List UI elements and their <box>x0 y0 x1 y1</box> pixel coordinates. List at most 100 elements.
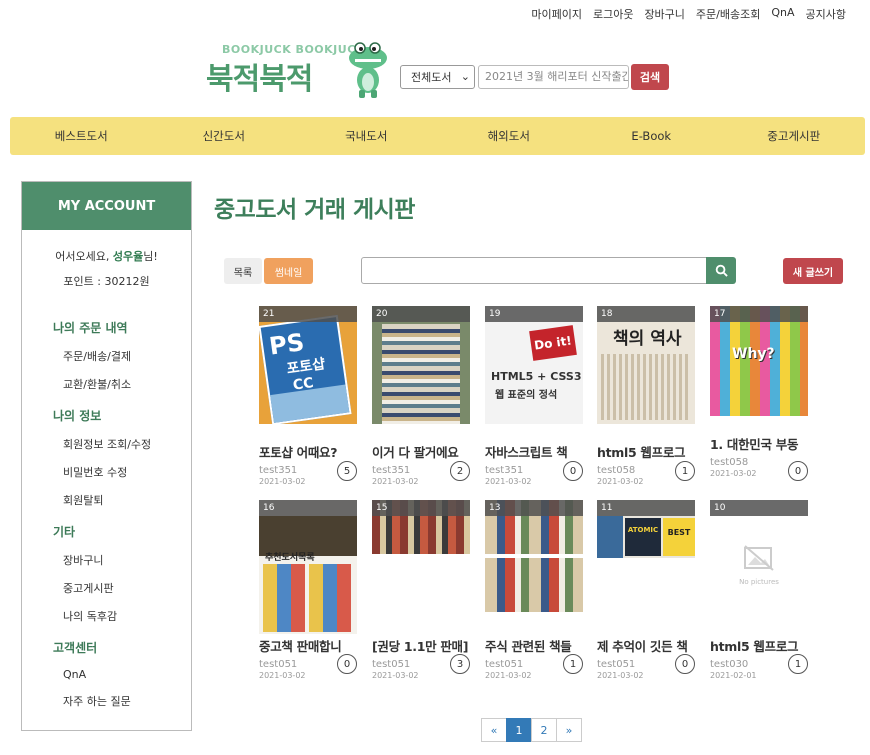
post-title[interactable]: 중고책 판매합니 <box>259 636 363 655</box>
post-title[interactable]: html5 웹프로그 <box>710 636 814 655</box>
post-card[interactable]: 21 PS 포토샵 CC 포토샵 어때요? test351 2021-03-02… <box>259 306 357 486</box>
nav-domestic[interactable]: 국내도서 <box>295 128 438 144</box>
crocodile-mascot-icon <box>349 42 387 98</box>
sidebar-item-change-password[interactable]: 비밀번호 수정 <box>22 464 191 480</box>
pagination-prev[interactable]: « <box>481 718 507 742</box>
nav-foreign[interactable]: 해외도서 <box>438 128 581 144</box>
post-title[interactable]: 포토샵 어때요? <box>259 442 363 461</box>
mypage-link[interactable]: 마이페이지 <box>531 6 582 22</box>
order-tracking-link[interactable]: 주문/배송조회 <box>696 6 760 22</box>
account-sidebar: MY ACCOUNT 어서오세요, 성우율님! 포인트 : 30212원 나의 … <box>21 181 192 731</box>
post-thumbnail[interactable]: 21 PS 포토샵 CC <box>259 306 357 424</box>
nav-ebook[interactable]: E-Book <box>580 129 723 143</box>
board-search-input[interactable] <box>361 257 707 284</box>
points-text: 포인트 : 30212원 <box>63 275 150 288</box>
logo-title: 북적북적 <box>206 62 313 97</box>
post-title[interactable]: [권당 1.1만 판매] <box>372 636 476 655</box>
list-view-tab[interactable]: 목록 <box>224 258 262 284</box>
post-thumbnail[interactable]: 10 No pictures <box>710 500 808 618</box>
chevron-down-icon: ⌄ <box>460 70 470 83</box>
post-number: 10 <box>710 500 808 516</box>
new-post-button[interactable]: 새 글쓰기 <box>783 258 843 284</box>
no-picture-icon <box>744 545 774 571</box>
sidebar-menu: 나의 주문 내역 주문/배송/결제 교환/환불/취소 나의 정보 회원정보 조회… <box>22 319 191 709</box>
sidebar-item-withdraw[interactable]: 회원탈퇴 <box>22 492 191 508</box>
post-thumbnail[interactable]: 20 <box>372 306 470 424</box>
book-stack-photo <box>382 324 460 424</box>
post-card[interactable]: 16 추천도서목록 중고책 판매합니 test051 2021-03-02 0 <box>259 500 357 680</box>
post-card[interactable]: 15 [권당 1.1만 판매] test051 2021-03-02 3 <box>372 500 470 680</box>
book-cover-doit: Do it! <box>529 325 577 361</box>
post-number: 13 <box>485 500 583 516</box>
post-title[interactable]: 주식 관련된 책들 <box>485 636 589 655</box>
post-thumbnail[interactable]: 17 Why? <box>710 306 808 416</box>
post-thumbnail[interactable]: 16 추천도서목록 <box>259 500 357 634</box>
sidebar-section-etc: 기타 <box>53 525 76 539</box>
book-cover-history: 책의 역사 <box>613 329 682 349</box>
pagination: « 1 2 » <box>481 718 582 742</box>
post-card[interactable]: 17 Why? 1. 대한민국 부동 test058 2021-03-02 0 <box>710 306 808 481</box>
post-card[interactable]: 13 주식 관련된 책들 test051 2021-03-02 1 <box>485 500 583 680</box>
site-logo[interactable]: BOOKJUCK BOOKJUCK 북적북적 <box>206 40 390 100</box>
post-title[interactable]: 1. 대한민국 부동 <box>710 434 814 453</box>
sidebar-item-order-payment[interactable]: 주문/배송/결제 <box>22 348 191 364</box>
welcome-box: 어서오세요, 성우율님! 포인트 : 30212원 <box>22 244 191 294</box>
post-title[interactable]: 제 추억이 깃든 책 <box>597 636 701 655</box>
site-search-button[interactable]: 검색 <box>631 64 669 90</box>
post-thumbnail[interactable]: 11 ATOMIC BEST <box>597 500 695 558</box>
sidebar-item-faq[interactable]: 자주 하는 질문 <box>22 693 191 709</box>
post-card[interactable]: 10 No pictures html5 웹프로그 test030 2021-0… <box>710 500 808 680</box>
post-number: 17 <box>710 306 808 322</box>
pagination-next[interactable]: » <box>556 718 582 742</box>
search-icon <box>715 264 728 277</box>
cart-link[interactable]: 장바구니 <box>644 6 684 22</box>
sidebar-item-edit-profile[interactable]: 회원정보 조회/수정 <box>22 436 191 452</box>
post-number: 21 <box>259 306 357 322</box>
post-card[interactable]: 11 ATOMIC BEST 제 추억이 깃든 책 test051 2021-0… <box>597 500 695 680</box>
comment-count-badge: 5 <box>337 461 357 481</box>
nav-bestseller[interactable]: 베스트도서 <box>10 128 153 144</box>
post-thumbnail[interactable]: 15 <box>372 500 470 554</box>
pagination-page-1[interactable]: 1 <box>506 718 532 742</box>
post-thumbnail[interactable]: 18 책의 역사 <box>597 306 695 424</box>
qna-link[interactable]: QnA <box>771 6 794 22</box>
sidebar-item-exchange-refund[interactable]: 교환/환불/취소 <box>22 376 191 392</box>
post-title[interactable]: 자바스크립트 책 <box>485 442 589 461</box>
post-card[interactable]: 19 Do it! HTML5 + CSS3 웹 표준의 정석 자바스크립트 책… <box>485 306 583 486</box>
post-thumbnail[interactable]: 19 Do it! HTML5 + CSS3 웹 표준의 정석 <box>485 306 583 424</box>
post-number: 11 <box>597 500 695 516</box>
sidebar-header: MY ACCOUNT <box>22 182 191 230</box>
post-thumbnail[interactable]: 13 <box>485 500 583 612</box>
sidebar-section-support: 고객센터 <box>53 641 98 655</box>
post-card[interactable]: 18 책의 역사 html5 웹프로그 test058 2021-03-02 1 <box>597 306 695 486</box>
comment-count-badge: 2 <box>450 461 470 481</box>
post-title[interactable]: html5 웹프로그 <box>597 442 701 461</box>
sidebar-item-book-review[interactable]: 나의 독후감 <box>22 608 191 624</box>
comment-count-badge: 1 <box>788 654 808 674</box>
notice-link[interactable]: 공지사항 <box>806 6 846 22</box>
pagination-page-2[interactable]: 2 <box>531 718 557 742</box>
illustration-texture <box>601 354 691 420</box>
site-search-input[interactable]: 2021년 3월 해리포터 신작출간 <box>478 65 629 89</box>
comment-count-badge: 0 <box>563 461 583 481</box>
sidebar-item-used-board[interactable]: 중고게시판 <box>22 580 191 596</box>
post-number: 18 <box>597 306 695 322</box>
sidebar-item-cart[interactable]: 장바구니 <box>22 552 191 568</box>
sidebar-item-qna[interactable]: QnA <box>22 668 191 681</box>
board-search-button[interactable] <box>706 257 736 284</box>
nav-new-books[interactable]: 신간도서 <box>153 128 296 144</box>
comment-count-badge: 3 <box>450 654 470 674</box>
thumbnail-view-tab[interactable]: 썸네일 <box>264 258 313 284</box>
post-number: 19 <box>485 306 583 322</box>
nav-used-board[interactable]: 중고게시판 <box>723 128 866 144</box>
post-number: 15 <box>372 500 470 516</box>
post-number: 20 <box>372 306 470 322</box>
search-category-select[interactable]: 전체도서 ⌄ <box>400 65 475 89</box>
welcome-message: 어서오세요, 성우율님! <box>55 250 158 263</box>
logout-link[interactable]: 로그아웃 <box>593 6 633 22</box>
post-title[interactable]: 이거 다 팔거에요 <box>372 442 476 461</box>
no-picture-label: No pictures <box>739 578 779 586</box>
top-utility-nav: 마이페이지 로그아웃 장바구니 주문/배송조회 QnA 공지사항 <box>520 6 846 22</box>
post-card[interactable]: 20 이거 다 팔거에요 test351 2021-03-02 2 <box>372 306 470 486</box>
comment-count-badge: 0 <box>675 654 695 674</box>
